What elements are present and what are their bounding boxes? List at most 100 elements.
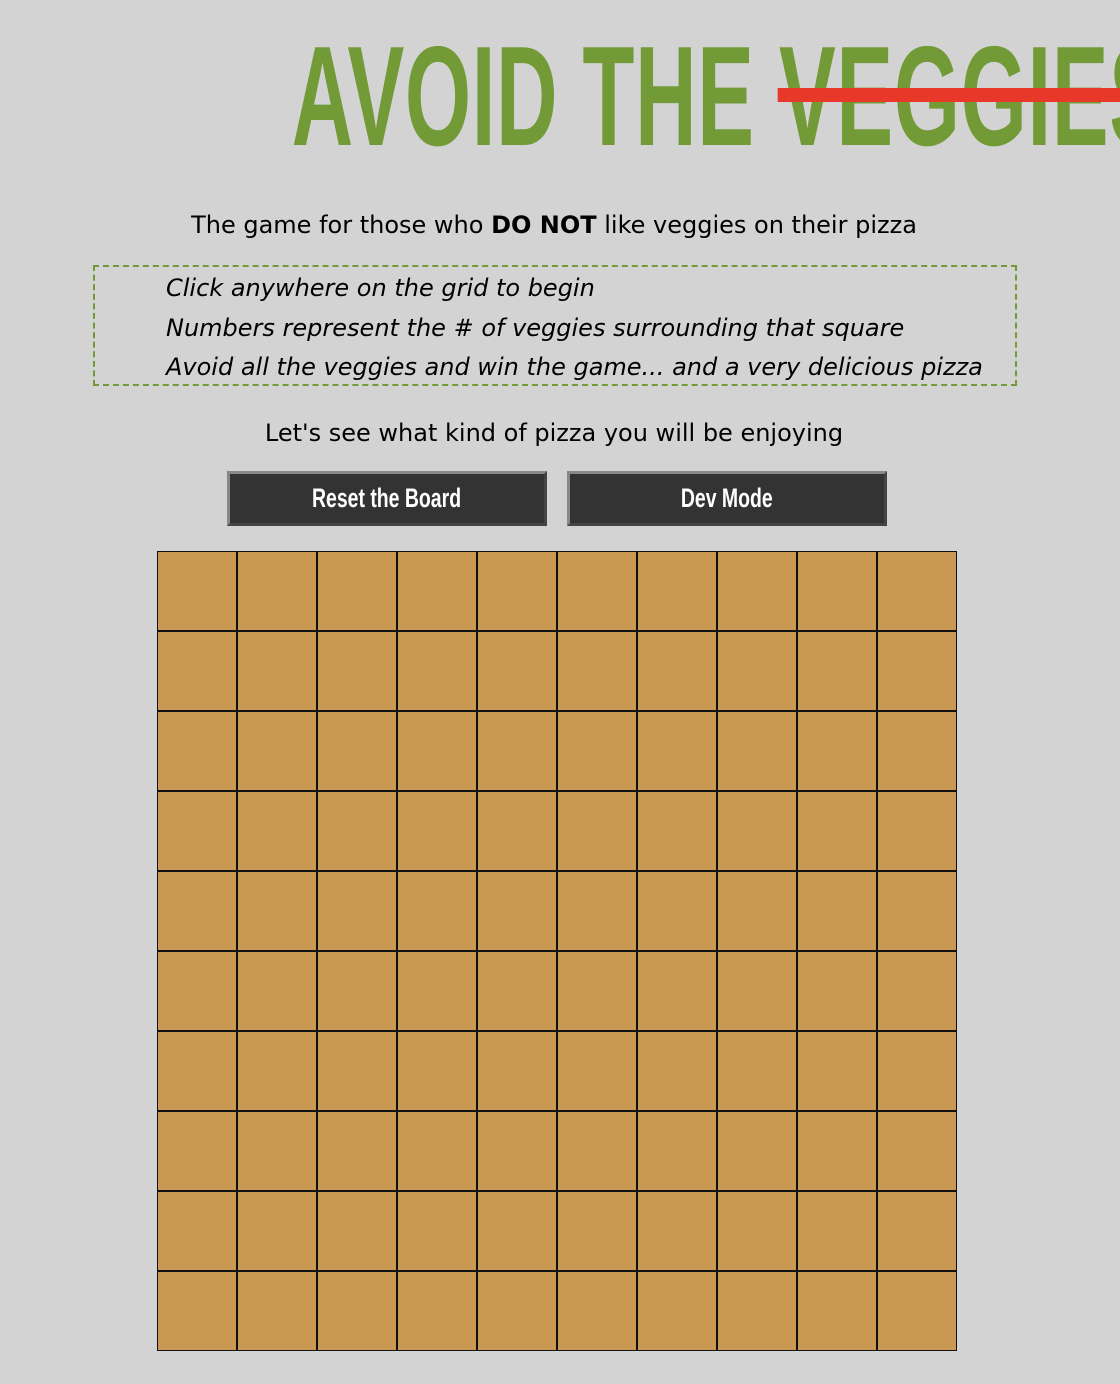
board-cell[interactable] — [557, 1111, 637, 1191]
board-cell[interactable] — [797, 711, 877, 791]
board-cell[interactable] — [717, 1031, 797, 1111]
board-cell[interactable] — [797, 631, 877, 711]
board-cell[interactable] — [637, 951, 717, 1031]
board-cell[interactable] — [877, 1111, 957, 1191]
board-cell[interactable] — [877, 1191, 957, 1271]
board-cell[interactable] — [877, 631, 957, 711]
board-cell[interactable] — [717, 791, 797, 871]
board-cell[interactable] — [157, 631, 237, 711]
board-cell[interactable] — [317, 1031, 397, 1111]
board-cell[interactable] — [157, 1111, 237, 1191]
board-cell[interactable] — [237, 1111, 317, 1191]
board-cell[interactable] — [397, 551, 477, 631]
board-cell[interactable] — [237, 631, 317, 711]
board-cell[interactable] — [797, 1191, 877, 1271]
board-cell[interactable] — [237, 951, 317, 1031]
board-cell[interactable] — [477, 1111, 557, 1191]
board-cell[interactable] — [477, 631, 557, 711]
board-cell[interactable] — [717, 951, 797, 1031]
board-cell[interactable] — [557, 871, 637, 951]
board-cell[interactable] — [557, 1031, 637, 1111]
board-cell[interactable] — [477, 1031, 557, 1111]
board-cell[interactable] — [157, 1271, 237, 1351]
board-cell[interactable] — [157, 791, 237, 871]
board-cell[interactable] — [717, 631, 797, 711]
board-cell[interactable] — [797, 871, 877, 951]
board-cell[interactable] — [157, 871, 237, 951]
board-cell[interactable] — [397, 1031, 477, 1111]
board-cell[interactable] — [797, 791, 877, 871]
board-cell[interactable] — [397, 631, 477, 711]
board-cell[interactable] — [877, 951, 957, 1031]
board-cell[interactable] — [317, 1191, 397, 1271]
board-cell[interactable] — [557, 791, 637, 871]
board-cell[interactable] — [637, 871, 717, 951]
board-cell[interactable] — [557, 1271, 637, 1351]
board-cell[interactable] — [797, 951, 877, 1031]
board-cell[interactable] — [557, 551, 637, 631]
board-cell[interactable] — [477, 791, 557, 871]
board-cell[interactable] — [637, 631, 717, 711]
board-cell[interactable] — [237, 711, 317, 791]
board-cell[interactable] — [237, 1271, 317, 1351]
board-cell[interactable] — [877, 551, 957, 631]
board-cell[interactable] — [557, 711, 637, 791]
board-cell[interactable] — [637, 1111, 717, 1191]
board-cell[interactable] — [877, 711, 957, 791]
board-cell[interactable] — [797, 1271, 877, 1351]
board-cell[interactable] — [877, 871, 957, 951]
board-cell[interactable] — [317, 1111, 397, 1191]
board-cell[interactable] — [237, 871, 317, 951]
board-cell[interactable] — [637, 1271, 717, 1351]
board-cell[interactable] — [637, 551, 717, 631]
board-cell[interactable] — [317, 631, 397, 711]
board-cell[interactable] — [877, 1271, 957, 1351]
board-cell[interactable] — [477, 1271, 557, 1351]
board-cell[interactable] — [397, 1271, 477, 1351]
board-cell[interactable] — [797, 551, 877, 631]
board-cell[interactable] — [877, 1031, 957, 1111]
board-cell[interactable] — [797, 1111, 877, 1191]
board-cell[interactable] — [317, 871, 397, 951]
board-cell[interactable] — [237, 791, 317, 871]
board-cell[interactable] — [797, 1031, 877, 1111]
board-cell[interactable] — [877, 791, 957, 871]
board-cell[interactable] — [477, 551, 557, 631]
board-cell[interactable] — [157, 551, 237, 631]
board-cell[interactable] — [637, 711, 717, 791]
reset-board-button[interactable]: Reset the Board — [227, 471, 547, 526]
board-cell[interactable] — [557, 631, 637, 711]
board-cell[interactable] — [717, 711, 797, 791]
board-cell[interactable] — [717, 1191, 797, 1271]
board-cell[interactable] — [397, 1111, 477, 1191]
board-cell[interactable] — [237, 551, 317, 631]
board-cell[interactable] — [317, 551, 397, 631]
board-cell[interactable] — [317, 711, 397, 791]
board-cell[interactable] — [477, 1191, 557, 1271]
board-cell[interactable] — [397, 791, 477, 871]
board-cell[interactable] — [477, 951, 557, 1031]
board-cell[interactable] — [317, 1271, 397, 1351]
board-cell[interactable] — [157, 1191, 237, 1271]
board-cell[interactable] — [317, 791, 397, 871]
board-cell[interactable] — [317, 951, 397, 1031]
dev-mode-button[interactable]: Dev Mode — [567, 471, 887, 526]
board-cell[interactable] — [477, 871, 557, 951]
board-cell[interactable] — [557, 951, 637, 1031]
board-cell[interactable] — [717, 871, 797, 951]
board-cell[interactable] — [717, 551, 797, 631]
board-cell[interactable] — [397, 951, 477, 1031]
board-cell[interactable] — [397, 711, 477, 791]
board-cell[interactable] — [157, 1031, 237, 1111]
board-cell[interactable] — [237, 1031, 317, 1111]
board-cell[interactable] — [717, 1111, 797, 1191]
board-cell[interactable] — [157, 951, 237, 1031]
board-cell[interactable] — [477, 711, 557, 791]
board-cell[interactable] — [557, 1191, 637, 1271]
board-cell[interactable] — [237, 1191, 317, 1271]
board-cell[interactable] — [157, 711, 237, 791]
board-cell[interactable] — [397, 1191, 477, 1271]
board-cell[interactable] — [637, 791, 717, 871]
board-cell[interactable] — [637, 1031, 717, 1111]
board-cell[interactable] — [397, 871, 477, 951]
